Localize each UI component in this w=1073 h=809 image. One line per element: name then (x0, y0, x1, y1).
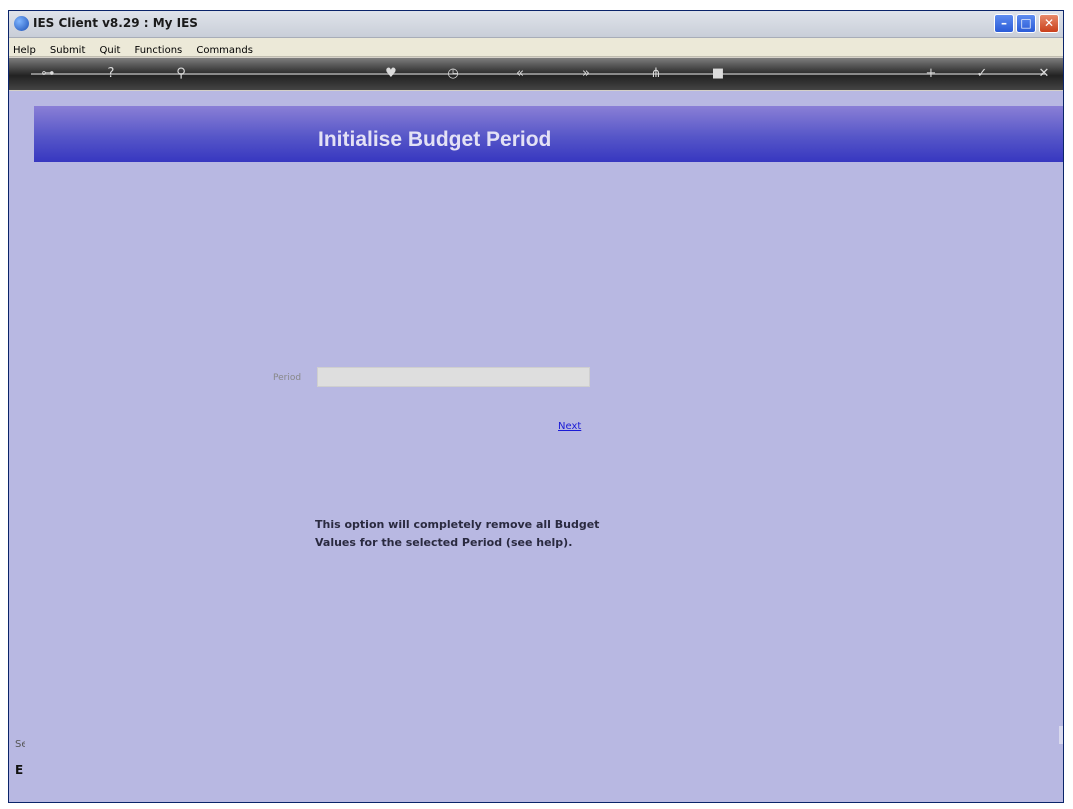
menu-commands[interactable]: Commands (192, 43, 258, 56)
heart-icon[interactable]: ♥ (380, 64, 402, 84)
header-banner: Initialise Budget Period (34, 106, 1063, 162)
sidebar-fragment-1[interactable]: Se (15, 739, 25, 750)
period-input[interactable] (317, 367, 590, 387)
menu-help[interactable]: Help (9, 43, 41, 56)
app-window: IES Client v8.29 : My IES – □ ✕ Help Sub… (8, 10, 1064, 803)
menu-functions[interactable]: Functions (131, 43, 188, 56)
menu-submit[interactable]: Submit (46, 43, 90, 56)
tree-icon[interactable]: ⋔ (645, 64, 667, 84)
previous-icon[interactable]: « (509, 64, 531, 84)
window-title: IES Client v8.29 : My IES (33, 16, 198, 30)
next-icon[interactable]: » (575, 64, 597, 84)
minimize-button[interactable]: – (994, 14, 1014, 33)
right-edge-tab[interactable] (1059, 726, 1063, 744)
sidebar-fragment-2[interactable]: E (15, 763, 25, 777)
clock-icon[interactable]: ◷ (442, 64, 464, 84)
message-line-1: This option will completely remove all B… (315, 518, 600, 531)
period-label: Period (273, 373, 302, 383)
message-line-2: Values for the selected Period (see help… (315, 536, 573, 549)
search-icon[interactable]: ⚲ (170, 64, 192, 84)
plus-icon[interactable]: + (920, 64, 942, 84)
toolbar: ⊶ ? ⚲ ♥ ◷ « » ⋔ ■ + ✓ ✕ (9, 58, 1063, 90)
page-title: Initialise Budget Period (318, 128, 552, 151)
check-icon[interactable]: ✓ (971, 64, 993, 84)
maximize-button[interactable]: □ (1016, 14, 1036, 33)
warning-message: This option will completely remove all B… (315, 516, 715, 552)
content-area: Initialise Budget Period Period Next Thi… (9, 91, 1063, 802)
close-window-button[interactable]: ✕ (1039, 14, 1059, 33)
app-icon (14, 16, 29, 31)
title-bar[interactable]: IES Client v8.29 : My IES – □ ✕ (9, 11, 1063, 38)
next-link[interactable]: Next (558, 421, 581, 432)
menu-quit[interactable]: Quit (95, 43, 125, 56)
help-icon[interactable]: ? (100, 64, 122, 84)
close-icon[interactable]: ✕ (1033, 64, 1055, 84)
menu-bar: Help Submit Quit Functions Commands (9, 38, 1063, 57)
key-icon[interactable]: ⊶ (37, 64, 59, 84)
stop-icon[interactable]: ■ (707, 64, 729, 84)
